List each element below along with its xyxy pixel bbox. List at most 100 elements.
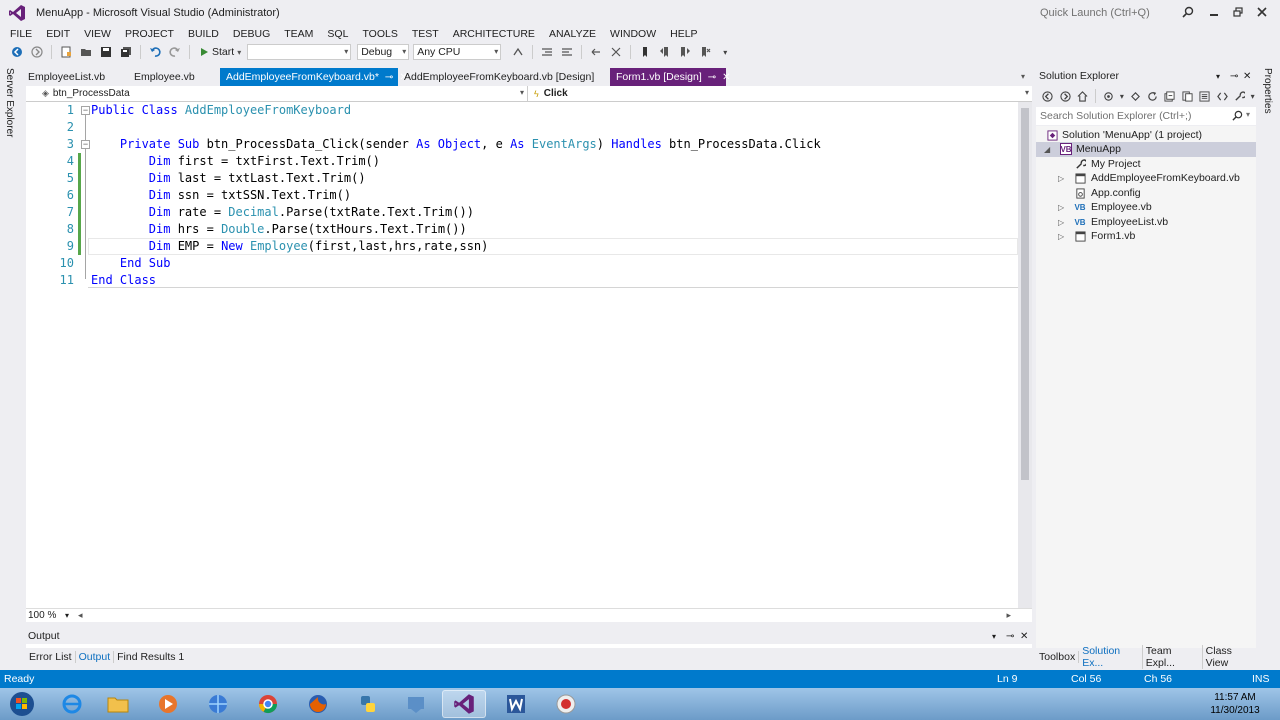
close-icon[interactable]: ✕ <box>1243 71 1251 82</box>
chrome-icon[interactable] <box>246 690 290 718</box>
code-line[interactable]: 4 Dim first = txtFirst.Text.Trim() <box>26 153 1018 170</box>
cloud-app-icon[interactable] <box>394 690 438 718</box>
menu-window[interactable]: WINDOW <box>603 26 663 42</box>
minimize-button[interactable] <box>1204 4 1224 20</box>
scroll-right-icon[interactable]: ▸ <box>1007 610 1012 621</box>
visual-studio-taskbar-icon[interactable] <box>442 690 486 718</box>
collapsed-icon[interactable]: ▷ <box>1058 203 1064 212</box>
new-project-icon[interactable] <box>57 43 75 61</box>
tree-item-solution[interactable]: Solution 'MenuApp' (1 project) <box>1036 128 1256 143</box>
save-icon[interactable] <box>97 43 115 61</box>
tab-form1-design[interactable]: Form1.vb [Design] ⊸ ✕ <box>610 68 731 86</box>
back-icon[interactable] <box>1040 87 1055 105</box>
home-icon[interactable] <box>1075 87 1090 105</box>
editor-vertical-scrollbar[interactable] <box>1018 102 1032 608</box>
code-line[interactable]: 10 End Sub <box>26 255 1018 272</box>
save-all-icon[interactable] <box>117 43 135 61</box>
tree-item-project[interactable]: ◢ VB MenuApp <box>1036 142 1256 157</box>
redo-icon[interactable] <box>166 43 184 61</box>
comment-icon[interactable] <box>587 43 605 61</box>
zoom-combo[interactable]: 100 % ▾ <box>26 610 72 621</box>
tree-item-employeelist[interactable]: ▷ VB EmployeeList.vb <box>1036 215 1256 230</box>
previous-bookmark-icon[interactable] <box>656 43 674 61</box>
event-combo[interactable]: ϟ Click ▾ <box>528 86 1032 101</box>
tab-employeelist[interactable]: EmployeeList.vb <box>22 68 128 86</box>
code-line[interactable]: 3 Private Sub btn_ProcessData_Click(send… <box>26 136 1018 153</box>
menu-analyze[interactable]: ANALYZE <box>542 26 603 42</box>
forward-icon[interactable] <box>1057 87 1072 105</box>
menu-view[interactable]: VIEW <box>77 26 118 42</box>
toolbar-options-icon[interactable]: ▾ <box>716 43 734 61</box>
menu-help[interactable]: HELP <box>663 26 704 42</box>
code-editor[interactable]: − − 1 Public Class AddEmployeeFromKeyboar… <box>26 102 1018 608</box>
close-icon[interactable]: ✕ <box>722 72 730 83</box>
menu-file[interactable]: FILE <box>3 26 39 42</box>
search-icon[interactable] <box>1182 6 1194 18</box>
menu-debug[interactable]: DEBUG <box>226 26 277 42</box>
pin-icon[interactable]: ⊸ <box>708 72 716 83</box>
scrollbar-thumb[interactable] <box>1021 108 1029 480</box>
panel-options-icon[interactable]: ▾ <box>1216 72 1220 81</box>
panel-options-icon[interactable]: ▾ <box>992 632 996 641</box>
chevron-down-icon[interactable]: ▾ <box>1246 110 1250 119</box>
pin-icon[interactable]: ⊸ <box>385 72 393 83</box>
tree-item-form1[interactable]: ▷ Form1.vb <box>1036 229 1256 244</box>
close-window-button[interactable] <box>1252 4 1272 20</box>
next-bookmark-icon[interactable] <box>676 43 694 61</box>
properties-tab[interactable]: Properties <box>1262 68 1273 114</box>
tab-toolbox[interactable]: Toolbox <box>1036 651 1080 663</box>
tab-overflow-icon[interactable]: ▾ <box>1021 72 1025 81</box>
back-icon[interactable] <box>8 43 26 61</box>
internet-explorer-icon[interactable] <box>50 690 94 718</box>
tab-team-explorer[interactable]: Team Expl... <box>1143 645 1203 669</box>
start-debugging-button[interactable]: Start ▾ <box>195 46 245 58</box>
collapsed-icon[interactable]: ▷ <box>1058 174 1064 183</box>
pin-icon[interactable]: ⊸ <box>1230 71 1238 82</box>
firefox-icon[interactable] <box>296 690 340 718</box>
quick-launch-input[interactable]: Quick Launch (Ctrl+Q) <box>1036 4 1196 22</box>
platform-combo[interactable]: Any CPU ▾ <box>413 44 502 60</box>
sync-icon[interactable] <box>1127 87 1142 105</box>
tab-solution-explorer[interactable]: Solution Ex... <box>1079 645 1143 669</box>
tree-item-app-config[interactable]: App.config <box>1036 186 1256 201</box>
undo-icon[interactable] <box>146 43 164 61</box>
show-all-files-icon[interactable] <box>1180 87 1195 105</box>
outdent-icon[interactable] <box>558 43 576 61</box>
tree-item-addemployeefromkeyboard[interactable]: ▷ AddEmployeeFromKeyboard.vb <box>1036 171 1256 186</box>
media-player-icon[interactable] <box>146 690 190 718</box>
chevron-down-icon[interactable]: ▾ <box>1118 87 1125 105</box>
code-line[interactable]: 11 End Class <box>26 272 1018 289</box>
search-icon[interactable] <box>1232 110 1243 124</box>
taskbar-clock[interactable]: 11:57 AM 11/30/2013 <box>1210 691 1260 717</box>
server-explorer-tab[interactable]: Server Explorer <box>4 68 15 137</box>
tree-item-employee[interactable]: ▷ VB Employee.vb <box>1036 200 1256 215</box>
tab-employee[interactable]: Employee.vb <box>128 68 220 86</box>
collapsed-icon[interactable]: ▷ <box>1058 232 1064 241</box>
tab-output[interactable]: Output <box>76 651 115 663</box>
code-line[interactable]: 6 Dim ssn = txtSSN.Text.Trim() <box>26 187 1018 204</box>
bookmark-icon[interactable] <box>636 43 654 61</box>
solution-explorer-search-input[interactable]: Search Solution Explorer (Ctrl+;) ▾ <box>1036 107 1256 125</box>
collapsed-icon[interactable]: ▷ <box>1058 218 1064 227</box>
tree-item-my-project[interactable]: My Project <box>1036 157 1256 172</box>
menu-tools[interactable]: TOOLS <box>355 26 404 42</box>
tab-addemployeefromkeyboard-design[interactable]: AddEmployeeFromKeyboard.vb [Design] <box>398 68 610 86</box>
network-globe-icon[interactable] <box>196 690 240 718</box>
tab-class-view[interactable]: Class View <box>1203 645 1256 669</box>
code-line[interactable]: 1 Public Class AddEmployeeFromKeyboard <box>26 102 1018 119</box>
word-icon[interactable] <box>494 690 538 718</box>
configuration-combo[interactable]: Debug ▾ <box>357 44 410 60</box>
chevron-down-icon[interactable]: ▾ <box>1249 87 1256 105</box>
menu-team[interactable]: TEAM <box>277 26 320 42</box>
pin-icon[interactable]: ⊸ <box>1006 631 1014 642</box>
view-code-icon[interactable] <box>1214 87 1229 105</box>
tab-addemployeefromkeyboard[interactable]: AddEmployeeFromKeyboard.vb* ⊸ ✕ <box>220 68 408 86</box>
menu-sql[interactable]: SQL <box>320 26 355 42</box>
refresh-icon[interactable] <box>1145 87 1160 105</box>
code-line[interactable]: 7 Dim rate = Decimal.Parse(txtRate.Text.… <box>26 204 1018 221</box>
screen-recorder-icon[interactable] <box>544 690 588 718</box>
menu-architecture[interactable]: ARCHITECTURE <box>446 26 542 42</box>
pending-changes-filter-icon[interactable] <box>1101 87 1116 105</box>
close-icon[interactable]: ✕ <box>1020 631 1028 642</box>
indent-icon[interactable] <box>538 43 556 61</box>
